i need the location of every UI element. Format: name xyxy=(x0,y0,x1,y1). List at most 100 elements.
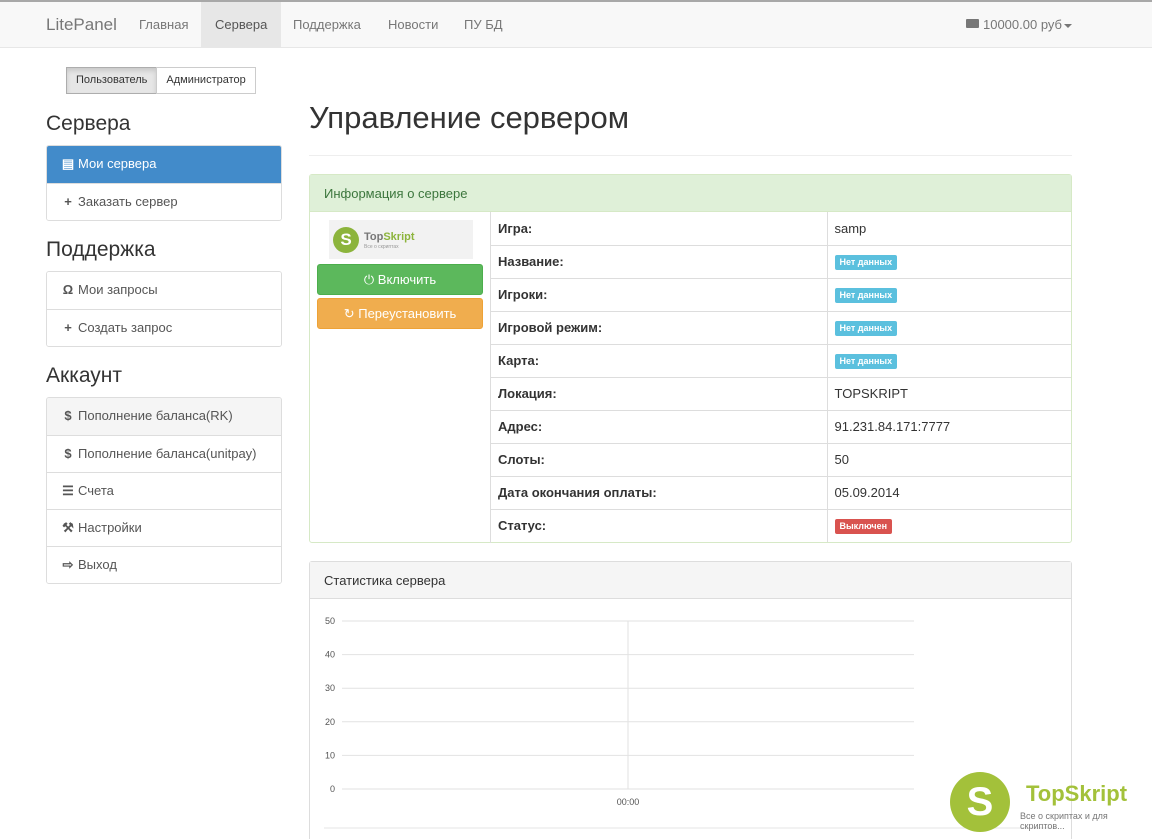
dollar-icon: $ xyxy=(64,408,72,423)
sidebar-item-settings[interactable]: ⚒ Настройки xyxy=(47,509,281,546)
sidebar-item-label: Мои запросы xyxy=(78,282,158,297)
no-data-badge: Нет данных xyxy=(834,255,898,270)
nav-db-panel[interactable]: ПУ БД xyxy=(450,2,517,48)
info-row: Игровой режим: Нет данных xyxy=(491,311,1071,345)
start-server-label: Включить xyxy=(377,272,437,287)
info-row: Адрес: 91.231.84.171:7777 xyxy=(491,410,1071,444)
watermark-title: TopSkript xyxy=(1026,781,1128,806)
info-value-cell: Нет данных xyxy=(827,344,1071,378)
sidebar-item-topup-unitpay[interactable]: $ Пополнение баланса(unitpay) xyxy=(47,435,281,472)
sidebar-item-label: Пополнение баланса(unitpay) xyxy=(78,446,257,461)
info-key: Статус: xyxy=(491,509,828,542)
watermark-subtitle: Все о скриптах и для скриптов... xyxy=(1020,811,1108,831)
servers-menu: ▤ Мои сервера + Заказать сервер xyxy=(46,145,282,221)
sidebar-item-label: Создать запрос xyxy=(78,320,173,335)
info-row: Название: Нет данных xyxy=(491,245,1071,279)
role-toggle: Пользователь Администратор xyxy=(66,67,256,94)
list-icon: ☰ xyxy=(62,483,74,498)
info-value-cell: 05.09.2014 xyxy=(827,476,1071,510)
info-key: Локация: xyxy=(491,377,828,411)
game-logo: S TopSkript Все о скриптах xyxy=(329,220,473,259)
info-value-cell: Нет данных xyxy=(827,245,1071,279)
plus-icon: + xyxy=(64,194,72,209)
info-value-cell: samp xyxy=(827,212,1071,246)
sidebar-item-label: Настройки xyxy=(78,520,142,535)
dollar-icon: $ xyxy=(64,446,72,461)
logo-s-icon: S xyxy=(333,227,359,253)
hdd-icon: ▤ xyxy=(61,156,75,171)
logo-name: TopSkript xyxy=(364,231,415,243)
plus-icon: + xyxy=(64,320,72,335)
refresh-icon: ↻ xyxy=(343,306,355,321)
y-tick-label: 0 xyxy=(330,784,335,794)
info-key: Карта: xyxy=(491,344,828,378)
info-key: Название: xyxy=(491,245,828,279)
info-value-cell: Выключен xyxy=(827,509,1071,542)
info-value-cell: TOPSKRIPT xyxy=(827,377,1071,411)
nav-home[interactable]: Главная xyxy=(125,2,202,48)
brand-link[interactable]: LitePanel xyxy=(46,15,117,35)
y-tick-label: 50 xyxy=(325,616,335,626)
admin-role-button[interactable]: Администратор xyxy=(156,67,256,94)
title-divider xyxy=(309,155,1072,156)
info-value-cell: 50 xyxy=(827,443,1071,477)
wrench-icon: ⚒ xyxy=(62,520,74,535)
balance-amount: 10000.00 руб xyxy=(982,17,1062,32)
y-tick-label: 20 xyxy=(325,717,335,727)
balance-dropdown[interactable]: 10000.00 руб xyxy=(965,2,1072,48)
nav-servers[interactable]: Сервера xyxy=(201,2,282,48)
support-menu: Ω Мои запросы + Создать запрос xyxy=(46,271,282,347)
sidebar-item-label: Выход xyxy=(78,557,117,572)
info-key: Дата окончания оплаты: xyxy=(491,476,828,510)
sidebar-item-my-requests[interactable]: Ω Мои запросы xyxy=(47,272,281,309)
topskript-watermark: S TopSkript Все о скриптах и для скрипто… xyxy=(950,772,1150,832)
info-value-cell: Нет данных xyxy=(827,278,1071,312)
no-data-badge: Нет данных xyxy=(834,321,898,336)
user-role-button[interactable]: Пользователь xyxy=(66,67,158,94)
no-data-badge: Нет данных xyxy=(834,288,898,303)
start-server-button[interactable]: ⏻ Включить xyxy=(317,264,483,295)
server-info-panel-title: Информация о сервере xyxy=(310,175,1071,212)
logo-name-a: Top xyxy=(364,231,384,243)
info-key: Игра: xyxy=(491,212,828,246)
info-row: Игроки: Нет данных xyxy=(491,278,1071,312)
account-menu: $ Пополнение баланса(RK) $ Пополнение бала… xyxy=(46,397,282,584)
power-icon: ⏻ xyxy=(363,272,375,287)
logo-tagline: Все о скриптах xyxy=(364,244,399,250)
nav-support[interactable]: Поддержка xyxy=(279,2,375,48)
x-tick-label: 00:00 xyxy=(617,797,640,807)
info-key: Игровой режим: xyxy=(491,311,828,345)
sidebar-item-topup-rk[interactable]: $ Пополнение баланса(RK) xyxy=(47,398,281,435)
status-badge: Выключен xyxy=(834,519,893,535)
sidebar-item-label: Заказать сервер xyxy=(78,194,178,209)
server-info-panel: Информация о сервере S TopSkript Все о с… xyxy=(309,174,1072,543)
watermark-s-icon: S xyxy=(950,772,1010,832)
sidebar-item-order-server[interactable]: + Заказать сервер xyxy=(47,183,281,220)
credit-card-icon xyxy=(965,19,979,28)
sidebar-item-label: Мои сервера xyxy=(78,156,157,171)
info-row: Дата окончания оплаты: 05.09.2014 xyxy=(491,476,1071,510)
sidebar-item-logout[interactable]: ⇨ Выход xyxy=(47,546,281,583)
reinstall-server-button[interactable]: ↻ Переустановить xyxy=(317,298,483,329)
y-tick-label: 40 xyxy=(325,650,335,660)
y-tick-label: 10 xyxy=(325,750,335,760)
page-title: Управление сервером xyxy=(309,100,630,135)
server-info-table: Игра: samp Название: Нет данных Игроки: Нет д… xyxy=(491,212,1071,542)
server-stats-panel-title: Статистика сервера xyxy=(310,562,1071,599)
info-key: Адрес: xyxy=(491,410,828,444)
headphones-icon: Ω xyxy=(62,282,74,297)
info-row: Статус: Выключен xyxy=(491,509,1071,542)
info-key: Игроки: xyxy=(491,278,828,312)
nav-news[interactable]: Новости xyxy=(374,2,452,48)
info-key: Слоты: xyxy=(491,443,828,477)
caret-down-icon xyxy=(1064,23,1072,28)
reinstall-server-label: Переустановить xyxy=(358,306,457,321)
sidebar-item-my-servers[interactable]: ▤ Мои сервера xyxy=(47,146,281,183)
info-value-cell: Нет данных xyxy=(827,311,1071,345)
sidebar-item-create-request[interactable]: + Создать запрос xyxy=(47,309,281,346)
info-value-cell: 91.231.84.171:7777 xyxy=(827,410,1071,444)
support-heading: Поддержка xyxy=(46,238,156,261)
logout-icon: ⇨ xyxy=(62,557,74,572)
sidebar-item-invoices[interactable]: ☰ Счета xyxy=(47,472,281,509)
sidebar-item-label: Пополнение баланса(RK) xyxy=(78,408,233,423)
